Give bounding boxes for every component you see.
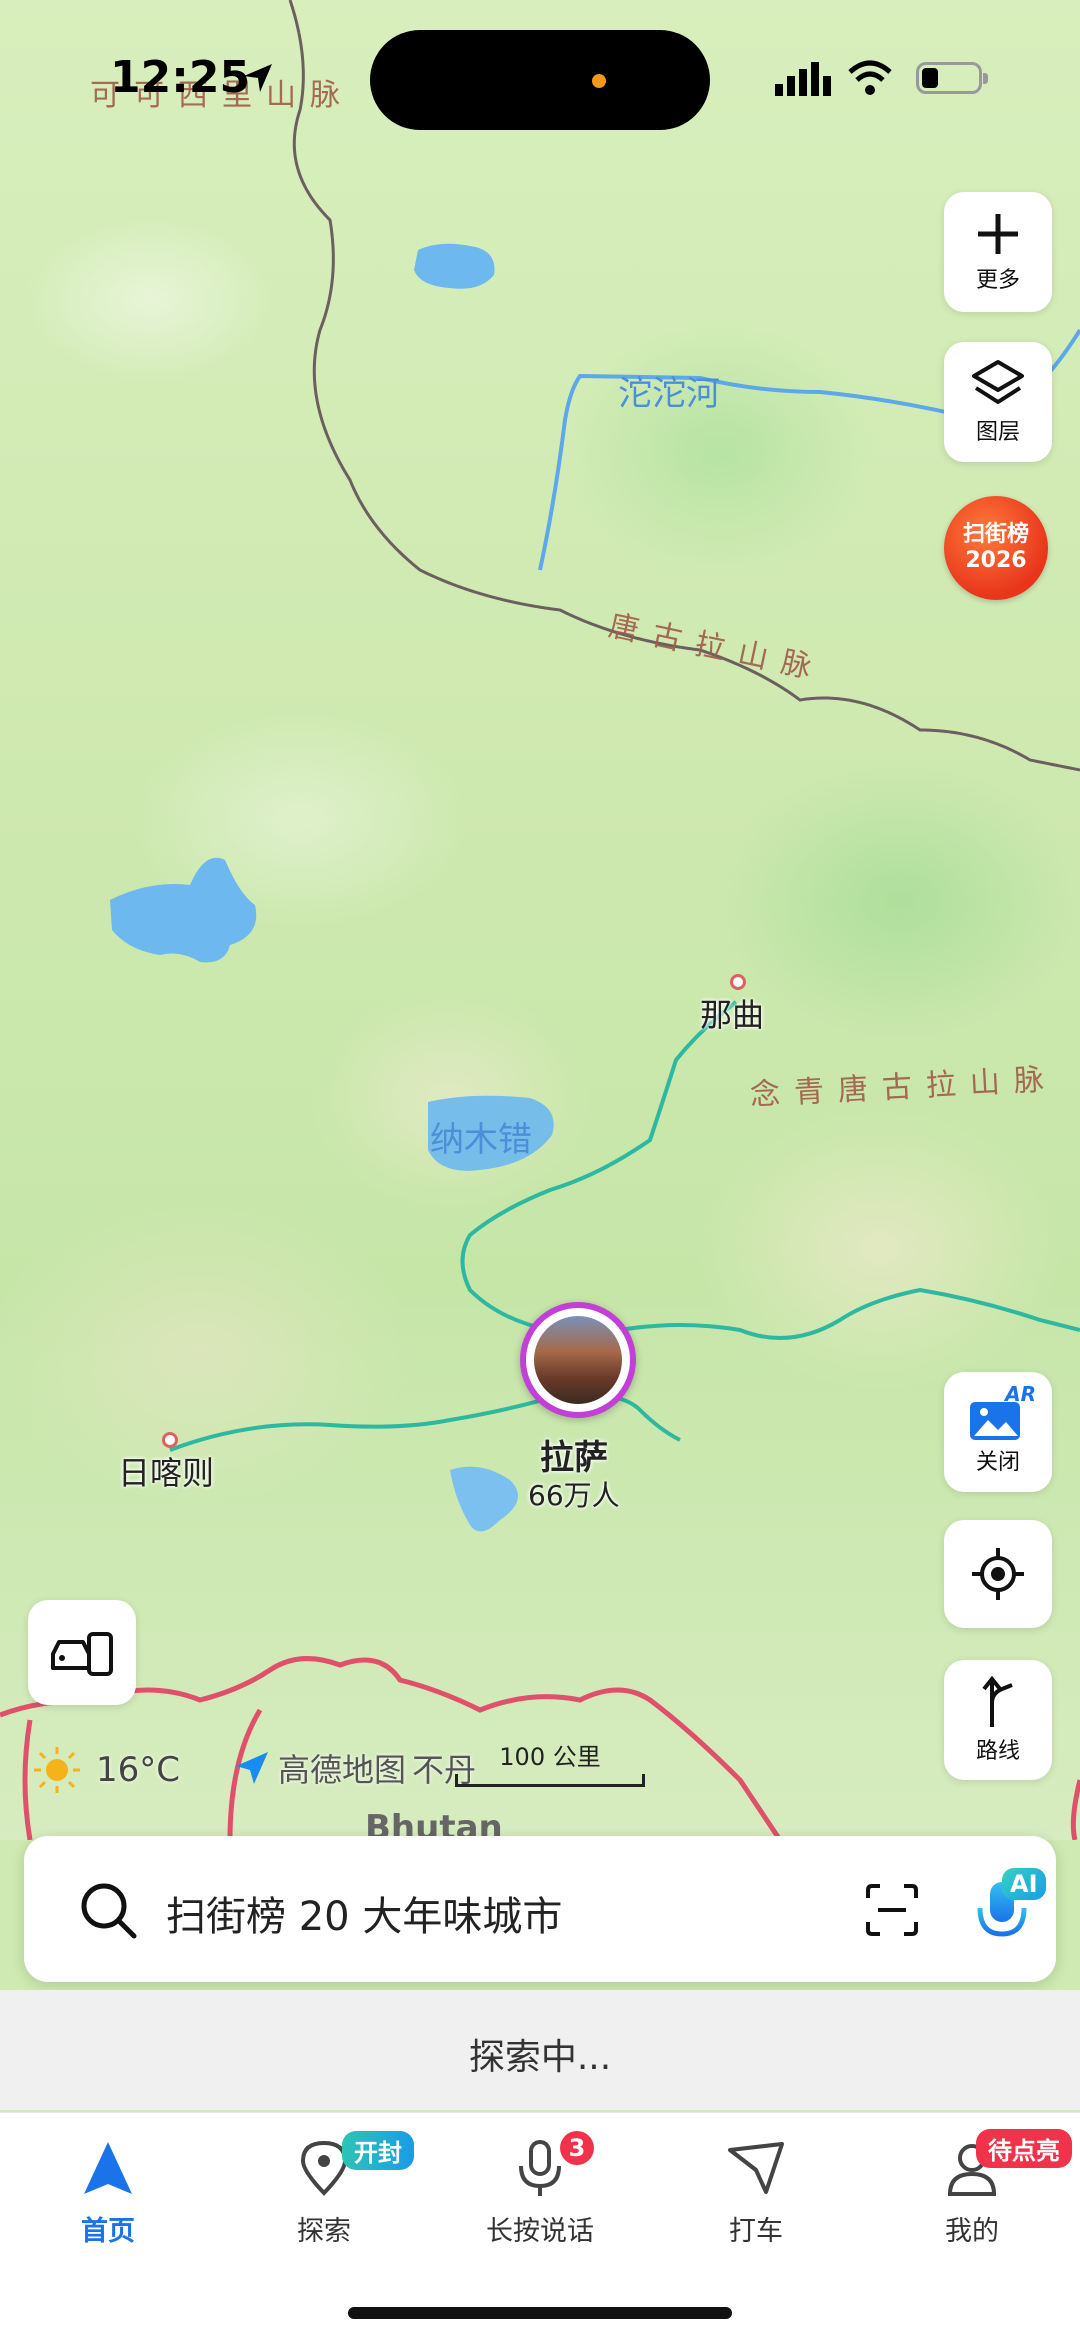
tab-explore-label: 探索 xyxy=(297,2216,351,2247)
tab-taxi[interactable]: 打车 xyxy=(648,2133,864,2248)
ar-button[interactable]: AR 关闭 xyxy=(944,1372,1052,1492)
car-phone-icon xyxy=(51,1631,113,1676)
me-badge: 待点亮 xyxy=(976,2129,1072,2168)
brand-name: 高德地图 xyxy=(278,1751,407,1789)
status-bar: 12:25 xyxy=(0,0,1080,150)
scale-label: 100 公里 xyxy=(499,1743,601,1771)
home-navigation-icon xyxy=(84,2142,132,2194)
tab-me[interactable]: 我的 待点亮 xyxy=(864,2129,1080,2248)
lhasa-marker[interactable] xyxy=(520,1302,636,1418)
city-dot-nagqu xyxy=(730,974,746,990)
city-dot-shigatse xyxy=(162,1432,178,1448)
tab-me-label: 我的 xyxy=(945,2216,999,2247)
ar-close-label: 关闭 xyxy=(975,1450,1020,1475)
lhasa-photo xyxy=(534,1316,622,1404)
weather-widget[interactable]: 16°C xyxy=(32,1745,180,1795)
label-tuotuo-river: 沱沱河 xyxy=(618,374,720,414)
tab-voice[interactable]: 长按说话 3 xyxy=(432,2131,648,2248)
plus-icon xyxy=(978,214,1018,254)
label-nagqu[interactable]: 那曲 xyxy=(700,990,764,1036)
lake-yamdrok xyxy=(450,1466,518,1532)
dynamic-island xyxy=(370,30,710,130)
ai-voice-button[interactable]: AI xyxy=(972,1868,1052,1952)
layers-label: 图层 xyxy=(975,420,1020,445)
map-features xyxy=(0,0,1080,1840)
label-lhasa[interactable]: 拉萨 xyxy=(540,1430,608,1479)
more-button[interactable]: 更多 xyxy=(944,192,1052,312)
explore-badge: 开封 xyxy=(342,2131,414,2170)
tab-taxi-label: 打车 xyxy=(729,2216,783,2247)
label-shigatse[interactable]: 日喀则 xyxy=(118,1448,214,1494)
voice-badge: 3 xyxy=(560,2131,594,2165)
amap-brand: 高德地图 不丹 xyxy=(232,1745,476,1791)
microphone-icon xyxy=(519,2140,561,2196)
tab-home-label: 首页 xyxy=(81,2216,135,2247)
loading-text: 探索中... xyxy=(468,2037,612,2078)
car-phone-button[interactable] xyxy=(28,1600,136,1705)
ar-badge: AR xyxy=(1005,1382,1036,1406)
ai-badge: AI xyxy=(1002,1868,1046,1900)
locate-icon xyxy=(972,1548,1024,1600)
locate-button[interactable] xyxy=(944,1520,1052,1628)
more-label: 更多 xyxy=(975,268,1020,293)
lake-west xyxy=(110,857,257,963)
search-icon xyxy=(81,1883,137,1939)
scan-icon[interactable] xyxy=(864,1882,920,1938)
scan-ranking-title: 扫街榜 xyxy=(962,522,1029,547)
layers-button[interactable]: 图层 xyxy=(944,342,1052,462)
label-lhasa-population: 66万人 xyxy=(528,1479,620,1512)
route-button[interactable]: 路线 xyxy=(944,1660,1052,1780)
privacy-dot xyxy=(592,74,606,88)
highway-nagqu xyxy=(460,1000,738,1347)
lake-small xyxy=(414,243,495,289)
map-scale: 100 公里 xyxy=(455,1737,645,1787)
taxi-icon xyxy=(728,2142,784,2194)
layers-icon xyxy=(972,360,1024,404)
scale-bar xyxy=(455,1774,645,1787)
tab-explore[interactable]: 探索 开封 xyxy=(216,2131,432,2248)
tab-home[interactable]: 首页 xyxy=(0,2133,216,2248)
search-query[interactable]: 扫街榜 20 大年味城市 xyxy=(166,1884,562,1942)
label-namtso: 纳木错 xyxy=(430,1120,532,1160)
tab-voice-label: 长按说话 xyxy=(486,2216,594,2247)
route-label: 路线 xyxy=(975,1739,1020,1764)
weather-temp: 16°C xyxy=(96,1750,181,1790)
battery-icon xyxy=(916,62,988,94)
scan-ranking-year: 2026 xyxy=(965,548,1027,573)
amap-logo-icon xyxy=(236,1752,268,1784)
sun-icon xyxy=(34,1747,80,1793)
signal-icon xyxy=(775,62,831,96)
home-indicator[interactable] xyxy=(348,2307,732,2319)
search-bar[interactable]: 扫街榜 20 大年味城市 AI xyxy=(24,1836,1056,1982)
highway-east xyxy=(619,1287,1080,1340)
scan-street-ranking-button[interactable]: 扫街榜 2026 xyxy=(944,496,1048,600)
map-view[interactable]: 可可西里山脉 唐古拉山脉 念青唐古拉山脉 沱沱河 纳木错 那曲 日喀则 拉萨 6… xyxy=(0,0,1080,1840)
wifi-icon xyxy=(848,60,892,95)
route-turn-icon xyxy=(982,1675,1013,1727)
status-time: 12:25 xyxy=(110,52,251,103)
location-arrow-icon xyxy=(244,64,272,92)
